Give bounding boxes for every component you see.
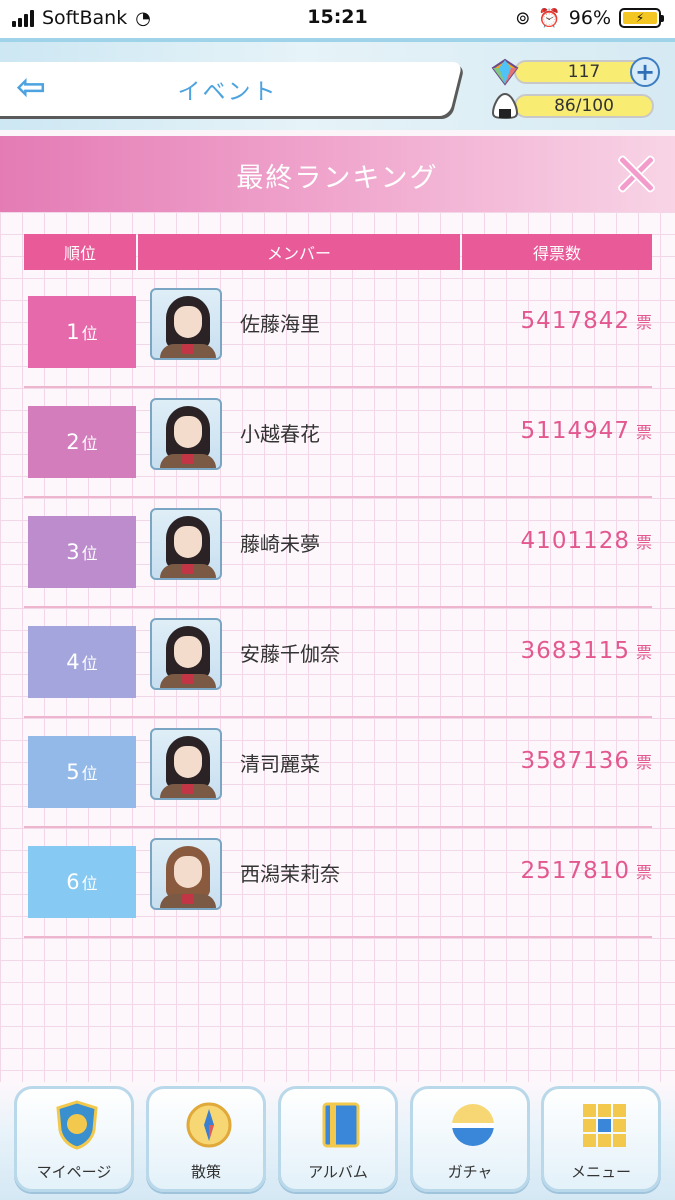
nav-album-label: アルバム bbox=[308, 1163, 368, 1181]
vote-count: 3683115 票 bbox=[521, 638, 652, 664]
section-title: 最終ランキング bbox=[236, 163, 439, 194]
vote-count: 4101128 票 bbox=[521, 528, 652, 554]
nav-menu[interactable]: メニュー bbox=[541, 1086, 661, 1192]
vote-count: 5114947 票 bbox=[521, 418, 652, 444]
vote-number: 2517810 bbox=[520, 858, 630, 884]
member-avatar[interactable] bbox=[150, 838, 222, 910]
member-name: 安藤千伽奈 bbox=[240, 642, 340, 666]
rank-unit: 位 bbox=[81, 544, 98, 563]
rank-number: 2 bbox=[66, 430, 80, 454]
vote-count: 5417842 票 bbox=[521, 308, 652, 334]
member-name: 清司麗菜 bbox=[240, 752, 320, 776]
ranking-row[interactable]: 3 位 藤崎未夢 4101128 票 bbox=[24, 498, 652, 608]
vote-unit: 票 bbox=[635, 533, 652, 552]
member-avatar[interactable] bbox=[150, 618, 222, 690]
ranking-row[interactable]: 1 位 佐藤海里 5417842 票 bbox=[24, 278, 652, 388]
nav-mypage-label: マイページ bbox=[36, 1163, 112, 1181]
ranking-row[interactable]: 4 位 安藤千伽奈 3683115 票 bbox=[24, 608, 652, 718]
vote-number: 5417842 bbox=[520, 308, 630, 334]
rotation-lock-icon: ⊚ bbox=[515, 7, 531, 29]
gem-icon bbox=[490, 57, 520, 87]
rank-unit: 位 bbox=[81, 324, 98, 343]
vote-unit: 票 bbox=[635, 643, 652, 662]
ranking-row[interactable]: 2 位 小越春花 5114947 票 bbox=[24, 388, 652, 498]
rank-number: 1 bbox=[66, 320, 80, 344]
rank-column-header: 順位 bbox=[24, 234, 136, 270]
member-name: 西潟茉莉奈 bbox=[240, 862, 340, 886]
page-title: イベント bbox=[177, 79, 278, 105]
rank-badge: 5位 bbox=[28, 736, 136, 808]
rank-number: 6 bbox=[66, 870, 80, 894]
vote-unit: 票 bbox=[635, 753, 652, 772]
add-gems-button[interactable]: + bbox=[630, 57, 660, 87]
member-name: 小越春花 bbox=[240, 422, 320, 446]
gacha-capsule-icon bbox=[449, 1101, 497, 1149]
nav-mypage[interactable]: マイページ bbox=[14, 1086, 134, 1192]
member-name: 藤崎未夢 bbox=[240, 532, 320, 556]
rank-unit: 位 bbox=[81, 434, 98, 453]
nav-menu-label: メニュー bbox=[570, 1163, 631, 1181]
member-avatar[interactable] bbox=[150, 508, 222, 580]
nav-gacha[interactable]: ガチャ bbox=[410, 1086, 530, 1192]
member-name: 佐藤海里 bbox=[240, 312, 320, 336]
ranking-row[interactable]: 6 位 西潟茉莉奈 2517810 票 bbox=[24, 828, 652, 938]
ngt48-emblem-icon bbox=[53, 1100, 101, 1150]
rank-badge: 1位 bbox=[28, 296, 136, 368]
bottom-navigation: マイページ 散策 アルバム ガチャ メニュー bbox=[0, 1082, 675, 1200]
member-avatar[interactable] bbox=[150, 728, 222, 800]
rank-number: 3 bbox=[66, 540, 80, 564]
vote-number: 3683115 bbox=[520, 638, 630, 664]
ranking-panel: 順位 メンバー 得票数 1 位佐藤海里 5417842 票 2 位小越春花 5114947 票… bbox=[0, 212, 675, 1082]
rank-badge: 2位 bbox=[28, 406, 136, 478]
rank-unit: 位 bbox=[81, 874, 98, 893]
battery-icon: ⚡ bbox=[619, 8, 664, 28]
stamina-counter: 86/100 bbox=[490, 90, 654, 122]
onigiri-icon bbox=[490, 91, 520, 121]
status-bar: SoftBank ◔ 15:21 ⊚ ⏰ 96% ⚡ bbox=[0, 0, 675, 38]
header: ⇦ イベント 117 + 86/100 bbox=[0, 38, 675, 130]
nav-album[interactable]: アルバム bbox=[278, 1086, 398, 1192]
close-icon[interactable] bbox=[612, 150, 660, 198]
menu-grid-icon bbox=[580, 1101, 628, 1149]
vote-count: 2517810 票 bbox=[521, 858, 652, 884]
nav-explore-label: 散策 bbox=[190, 1163, 221, 1181]
table-header: 順位 メンバー 得票数 bbox=[24, 234, 652, 270]
vote-unit: 票 bbox=[635, 423, 652, 442]
compass-icon bbox=[185, 1101, 233, 1149]
vote-number: 3587136 bbox=[520, 748, 630, 774]
rank-number: 4 bbox=[66, 650, 80, 674]
vote-unit: 票 bbox=[635, 863, 652, 882]
rank-unit: 位 bbox=[81, 654, 98, 673]
member-column-header: メンバー bbox=[138, 234, 460, 270]
votes-column-header: 得票数 bbox=[462, 234, 652, 270]
member-avatar[interactable] bbox=[150, 398, 222, 470]
section-header: 最終ランキング bbox=[0, 136, 675, 212]
rank-unit: 位 bbox=[81, 764, 98, 783]
nav-explore[interactable]: 散策 bbox=[146, 1086, 266, 1192]
ranking-row[interactable]: 5 位 清司麗菜 3587136 票 bbox=[24, 718, 652, 828]
vote-number: 4101128 bbox=[520, 528, 630, 554]
battery-percent: 96% bbox=[568, 7, 611, 29]
vote-number: 5114947 bbox=[520, 418, 630, 444]
nav-gacha-label: ガチャ bbox=[447, 1163, 493, 1181]
vote-count: 3587136 票 bbox=[521, 748, 652, 774]
member-avatar[interactable] bbox=[150, 288, 222, 360]
album-icon bbox=[317, 1101, 365, 1149]
stamina-value: 86/100 bbox=[514, 94, 654, 118]
rank-badge: 3位 bbox=[28, 516, 136, 588]
gem-counter: 117 + bbox=[490, 56, 660, 88]
rank-number: 5 bbox=[66, 760, 80, 784]
vote-unit: 票 bbox=[635, 313, 652, 332]
alarm-icon: ⏰ bbox=[538, 7, 561, 29]
rank-badge: 4位 bbox=[28, 626, 136, 698]
rank-badge: 6位 bbox=[28, 846, 136, 918]
